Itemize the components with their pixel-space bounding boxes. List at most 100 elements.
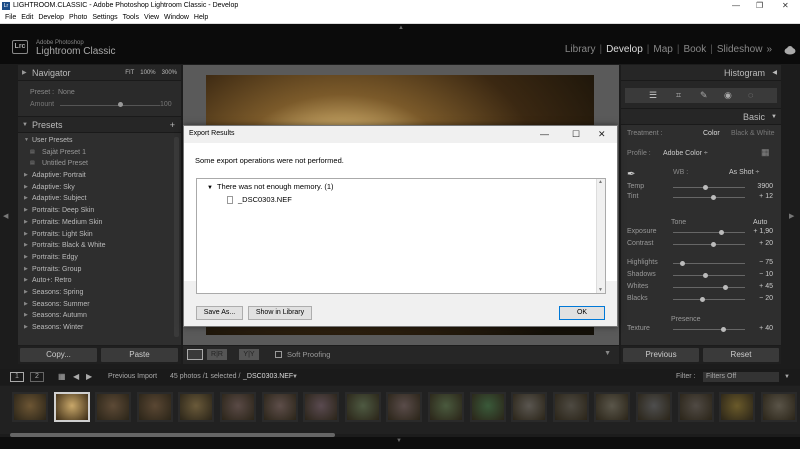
tree-node-file[interactable]: _DSC0303.NEF [227, 195, 292, 205]
slider-value[interactable]: − 75 [759, 259, 773, 266]
preset-item[interactable]: ▶ Portraits: Light Skin [18, 229, 181, 241]
crop-icon[interactable]: ⌗ [676, 90, 681, 101]
profile-browser-icon[interactable]: ▦ [761, 147, 770, 158]
preset-item[interactable]: ▶ Portraits: Group [18, 264, 181, 276]
filter-select[interactable]: Filters Off [703, 372, 779, 382]
menu-item-window[interactable]: Window [164, 12, 189, 24]
profile-select[interactable]: Adobe Color ÷ [663, 150, 708, 157]
treatment-bw[interactable]: Black & White [731, 130, 775, 137]
filmstrip-thumbnail[interactable] [12, 392, 48, 422]
slider-value[interactable]: + 12 [759, 193, 773, 200]
wb-select[interactable]: As Shot ÷ [729, 169, 759, 176]
red-eye-icon[interactable]: ◉ [724, 90, 732, 101]
histogram-header[interactable]: Histogram ◀ [621, 65, 781, 81]
more-modules-icon[interactable]: » [766, 44, 772, 55]
treatment-color[interactable]: Color [703, 130, 720, 137]
dialog-maximize-icon[interactable]: ☐ [572, 129, 580, 140]
zoom-300[interactable]: 300% [162, 70, 177, 76]
slider-track[interactable] [673, 275, 745, 276]
menu-item-develop[interactable]: Develop [38, 12, 64, 24]
menu-item-edit[interactable]: Edit [21, 12, 33, 24]
zoom-fit[interactable]: FIT [125, 70, 134, 76]
tree-scrollbar[interactable]: ▲ ▼ [596, 179, 605, 293]
preset-item[interactable]: ▶ Adaptive: Sky [18, 182, 181, 194]
slider-track[interactable] [673, 287, 745, 288]
preset-item[interactable]: ▶ Seasons: Summer [18, 299, 181, 311]
slider-track[interactable] [673, 187, 745, 188]
filmstrip-thumbnail[interactable] [261, 392, 298, 422]
slider-handle[interactable] [699, 297, 705, 302]
preset-item[interactable]: ▶ Portraits: Medium Skin [18, 217, 181, 229]
filmstrip-thumbnail[interactable] [636, 392, 672, 422]
slider-track[interactable] [673, 197, 745, 198]
slider-handle[interactable] [721, 327, 727, 332]
before-after-swap-icon[interactable]: Y|Y [239, 349, 259, 360]
slider-track[interactable] [673, 329, 745, 330]
tree-node-error[interactable]: ▼ There was not enough memory. (1) [207, 182, 334, 191]
slider-value[interactable]: 3900 [757, 183, 773, 190]
file-dropdown-icon[interactable]: ▼ [292, 369, 298, 385]
preset-item[interactable]: ▼ User Presets [18, 135, 181, 147]
menu-item-view[interactable]: View [144, 12, 159, 24]
menu-item-photo[interactable]: Photo [69, 12, 87, 24]
slider-value[interactable]: − 10 [759, 271, 773, 278]
navigator-header[interactable]: ▶ Navigator FIT 100% 300% [18, 65, 181, 81]
screen-1-button[interactable]: 1 [10, 372, 24, 382]
slider-value[interactable]: + 20 [759, 240, 773, 247]
filmstrip-thumbnail[interactable] [303, 392, 340, 422]
preset-item[interactable]: ▤ Sajàt Preset 1 [18, 147, 181, 159]
module-develop[interactable]: Develop [606, 44, 643, 55]
filmstrip-thumbnail[interactable] [469, 392, 506, 422]
preset-item[interactable]: ▶ Seasons: Winter [18, 322, 181, 334]
slider-value[interactable]: + 45 [759, 283, 773, 290]
preset-item[interactable]: ▶ Portraits: Edgy [18, 252, 181, 264]
source-label[interactable]: Previous Import [108, 369, 157, 385]
basic-header[interactable]: Basic ▼ [621, 109, 781, 125]
slider-handle[interactable] [710, 242, 716, 247]
filmstrip-thumbnail[interactable] [428, 392, 464, 422]
reset-button[interactable]: Reset [703, 348, 779, 362]
menu-item-settings[interactable]: Settings [92, 12, 117, 24]
slider-handle[interactable] [722, 285, 728, 290]
filmstrip-thumbnail[interactable] [220, 392, 256, 422]
module-library[interactable]: Library [565, 44, 596, 55]
filter-lock-icon[interactable]: ▼ [784, 369, 790, 385]
filmstrip-thumbnail[interactable] [344, 392, 381, 422]
collapse-bottom-icon[interactable]: ▼ [396, 438, 402, 444]
preset-item[interactable]: ▶ Seasons: Autumn [18, 310, 181, 322]
slider-track[interactable] [673, 232, 745, 233]
slider-value[interactable]: + 1,90 [753, 228, 773, 235]
slider-handle[interactable] [703, 273, 709, 278]
zoom-100[interactable]: 100% [140, 70, 155, 76]
show-in-library-button[interactable]: Show in Library [248, 306, 312, 320]
ok-button[interactable]: OK [559, 306, 605, 320]
dialog-minimize-icon[interactable]: — [540, 129, 549, 139]
close-icon[interactable]: ✕ [782, 0, 789, 12]
filmstrip-thumbnail[interactable] [594, 392, 631, 422]
preset-item[interactable]: ▶ Portraits: Deep Skin [18, 205, 181, 217]
slider-track[interactable] [673, 244, 745, 245]
back-arrow-icon[interactable]: ◀ [73, 369, 79, 385]
filmstrip-thumbnail[interactable] [95, 392, 132, 422]
preset-item[interactable]: ▶ Seasons: Spring [18, 287, 181, 299]
slider-handle[interactable] [710, 195, 716, 200]
loupe-view-icon[interactable] [187, 349, 203, 360]
filmstrip-thumbnail[interactable] [552, 392, 589, 422]
toolbar-menu-icon[interactable]: ▼ [604, 350, 611, 357]
edit-sliders-icon[interactable]: ☰ [649, 90, 657, 101]
navigator-zoom-options[interactable]: FIT 100% 300% [119, 65, 177, 81]
amount-slider-handle[interactable] [118, 102, 123, 107]
current-file[interactable]: _DSC0303.NEF [243, 369, 293, 385]
menu-item-file[interactable]: File [5, 12, 16, 24]
forward-arrow-icon[interactable]: ▶ [86, 369, 92, 385]
slider-handle[interactable] [718, 230, 724, 235]
preset-item[interactable]: ▶ Auto+: Retro [18, 275, 181, 287]
filmstrip-thumbnail[interactable] [760, 392, 797, 422]
menu-item-tools[interactable]: Tools [123, 12, 139, 24]
filmstrip-thumbnail[interactable] [178, 392, 215, 422]
module-book[interactable]: Book [683, 44, 706, 55]
preset-item[interactable]: ▶ Portraits: Black & White [18, 240, 181, 252]
presets-header[interactable]: ▼ Presets + [18, 117, 181, 133]
dialog-close-icon[interactable]: ✕ [598, 129, 606, 140]
cloud-icon[interactable] [784, 45, 796, 55]
